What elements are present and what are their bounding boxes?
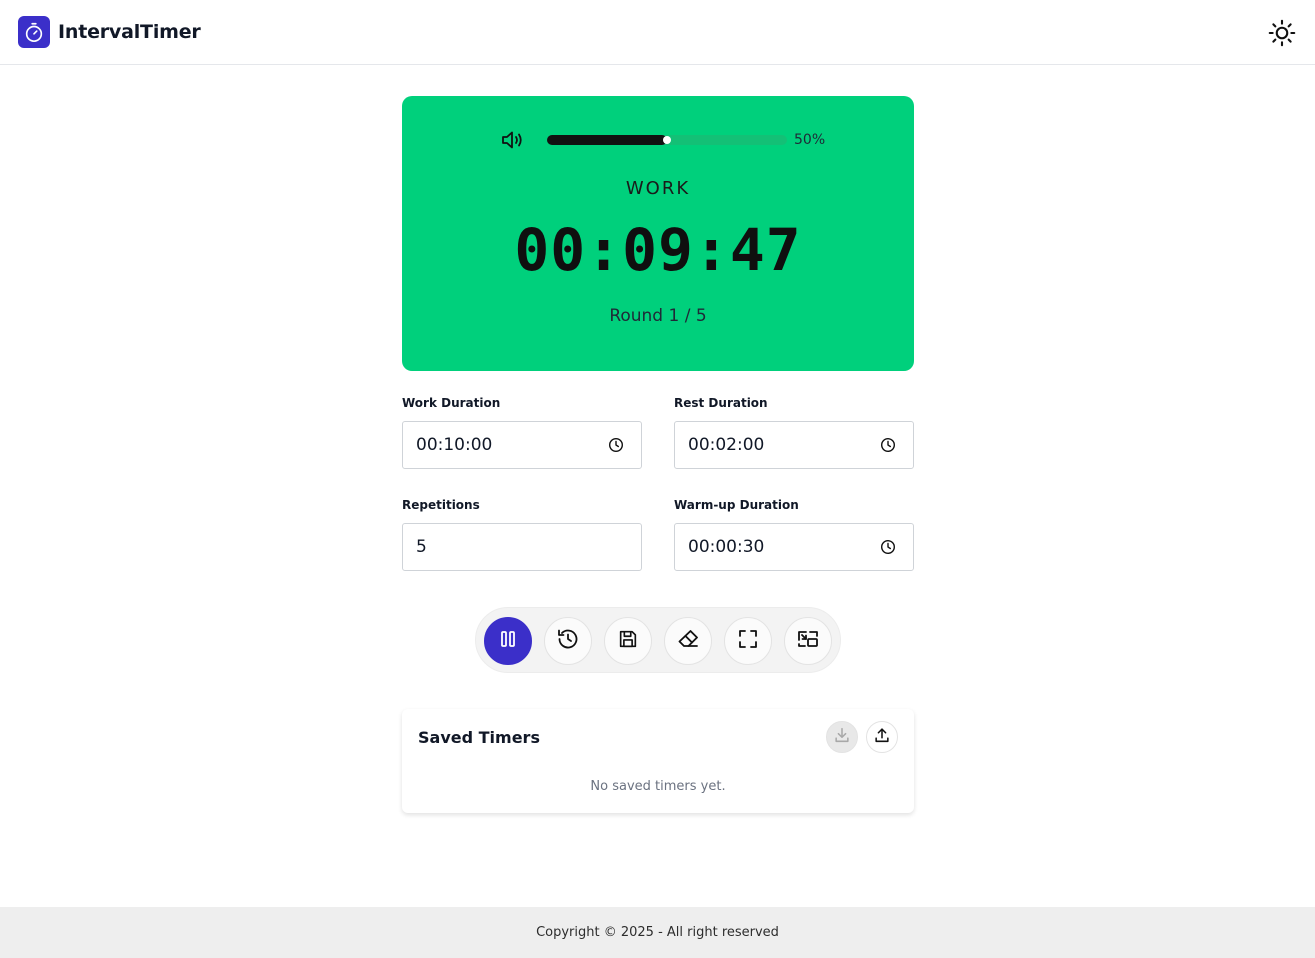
volume-fill bbox=[547, 135, 667, 145]
pause-icon bbox=[498, 629, 518, 653]
stopwatch-icon[interactable] bbox=[18, 16, 50, 48]
eraser-icon bbox=[676, 627, 700, 655]
copyright-text: Copyright © 2025 - All right reserved bbox=[536, 925, 779, 940]
clear-button[interactable] bbox=[664, 617, 712, 665]
app-header: IntervalTimer bbox=[0, 0, 1315, 65]
save-button[interactable] bbox=[604, 617, 652, 665]
control-toolbar bbox=[475, 607, 841, 673]
fullscreen-icon bbox=[737, 628, 759, 654]
clock-icon[interactable] bbox=[880, 437, 896, 453]
repetitions-input[interactable] bbox=[403, 524, 603, 570]
save-icon bbox=[617, 628, 639, 654]
repetitions-label: Repetitions bbox=[402, 498, 480, 512]
rest-duration-label: Rest Duration bbox=[674, 396, 768, 410]
volume-percent: 50% bbox=[794, 132, 826, 148]
warmup-duration-label: Warm-up Duration bbox=[674, 498, 799, 512]
volume-slider[interactable] bbox=[547, 135, 787, 145]
picture-in-picture-button[interactable] bbox=[784, 617, 832, 665]
page-footer: Copyright © 2025 - All right reserved bbox=[0, 907, 1315, 958]
warmup-duration-input[interactable] bbox=[675, 524, 875, 570]
picture-in-picture-icon bbox=[796, 627, 820, 655]
saved-timers-title: Saved Timers bbox=[418, 728, 540, 747]
import-button[interactable] bbox=[826, 721, 858, 753]
speaker-icon[interactable] bbox=[500, 128, 526, 152]
fullscreen-button[interactable] bbox=[724, 617, 772, 665]
work-duration-input[interactable] bbox=[403, 422, 603, 468]
pause-button[interactable] bbox=[484, 617, 532, 665]
warmup-duration-field[interactable] bbox=[674, 523, 914, 571]
saved-timers-panel: Saved Timers No saved timers yet. bbox=[402, 709, 914, 813]
history-icon bbox=[556, 627, 580, 655]
round-counter: Round 1 / 5 bbox=[609, 306, 707, 326]
rest-duration-input[interactable] bbox=[675, 422, 875, 468]
upload-icon bbox=[873, 726, 891, 748]
timer-display: 50% WORK 00:09:47 Round 1 / 5 bbox=[402, 96, 914, 371]
phase-label: WORK bbox=[625, 178, 691, 199]
rest-duration-field[interactable] bbox=[674, 421, 914, 469]
app-title[interactable]: IntervalTimer bbox=[58, 21, 201, 43]
clock-icon[interactable] bbox=[608, 437, 624, 453]
volume-thumb[interactable] bbox=[663, 136, 671, 144]
repetitions-field[interactable] bbox=[402, 523, 642, 571]
clock-icon[interactable] bbox=[880, 539, 896, 555]
work-duration-field[interactable] bbox=[402, 421, 642, 469]
history-button[interactable] bbox=[544, 617, 592, 665]
download-icon bbox=[833, 726, 851, 748]
sun-icon[interactable] bbox=[1266, 17, 1298, 49]
work-duration-label: Work Duration bbox=[402, 396, 501, 410]
empty-state-message: No saved timers yet. bbox=[590, 779, 726, 794]
export-button[interactable] bbox=[866, 721, 898, 753]
countdown-clock: 00:09:47 bbox=[514, 216, 802, 284]
